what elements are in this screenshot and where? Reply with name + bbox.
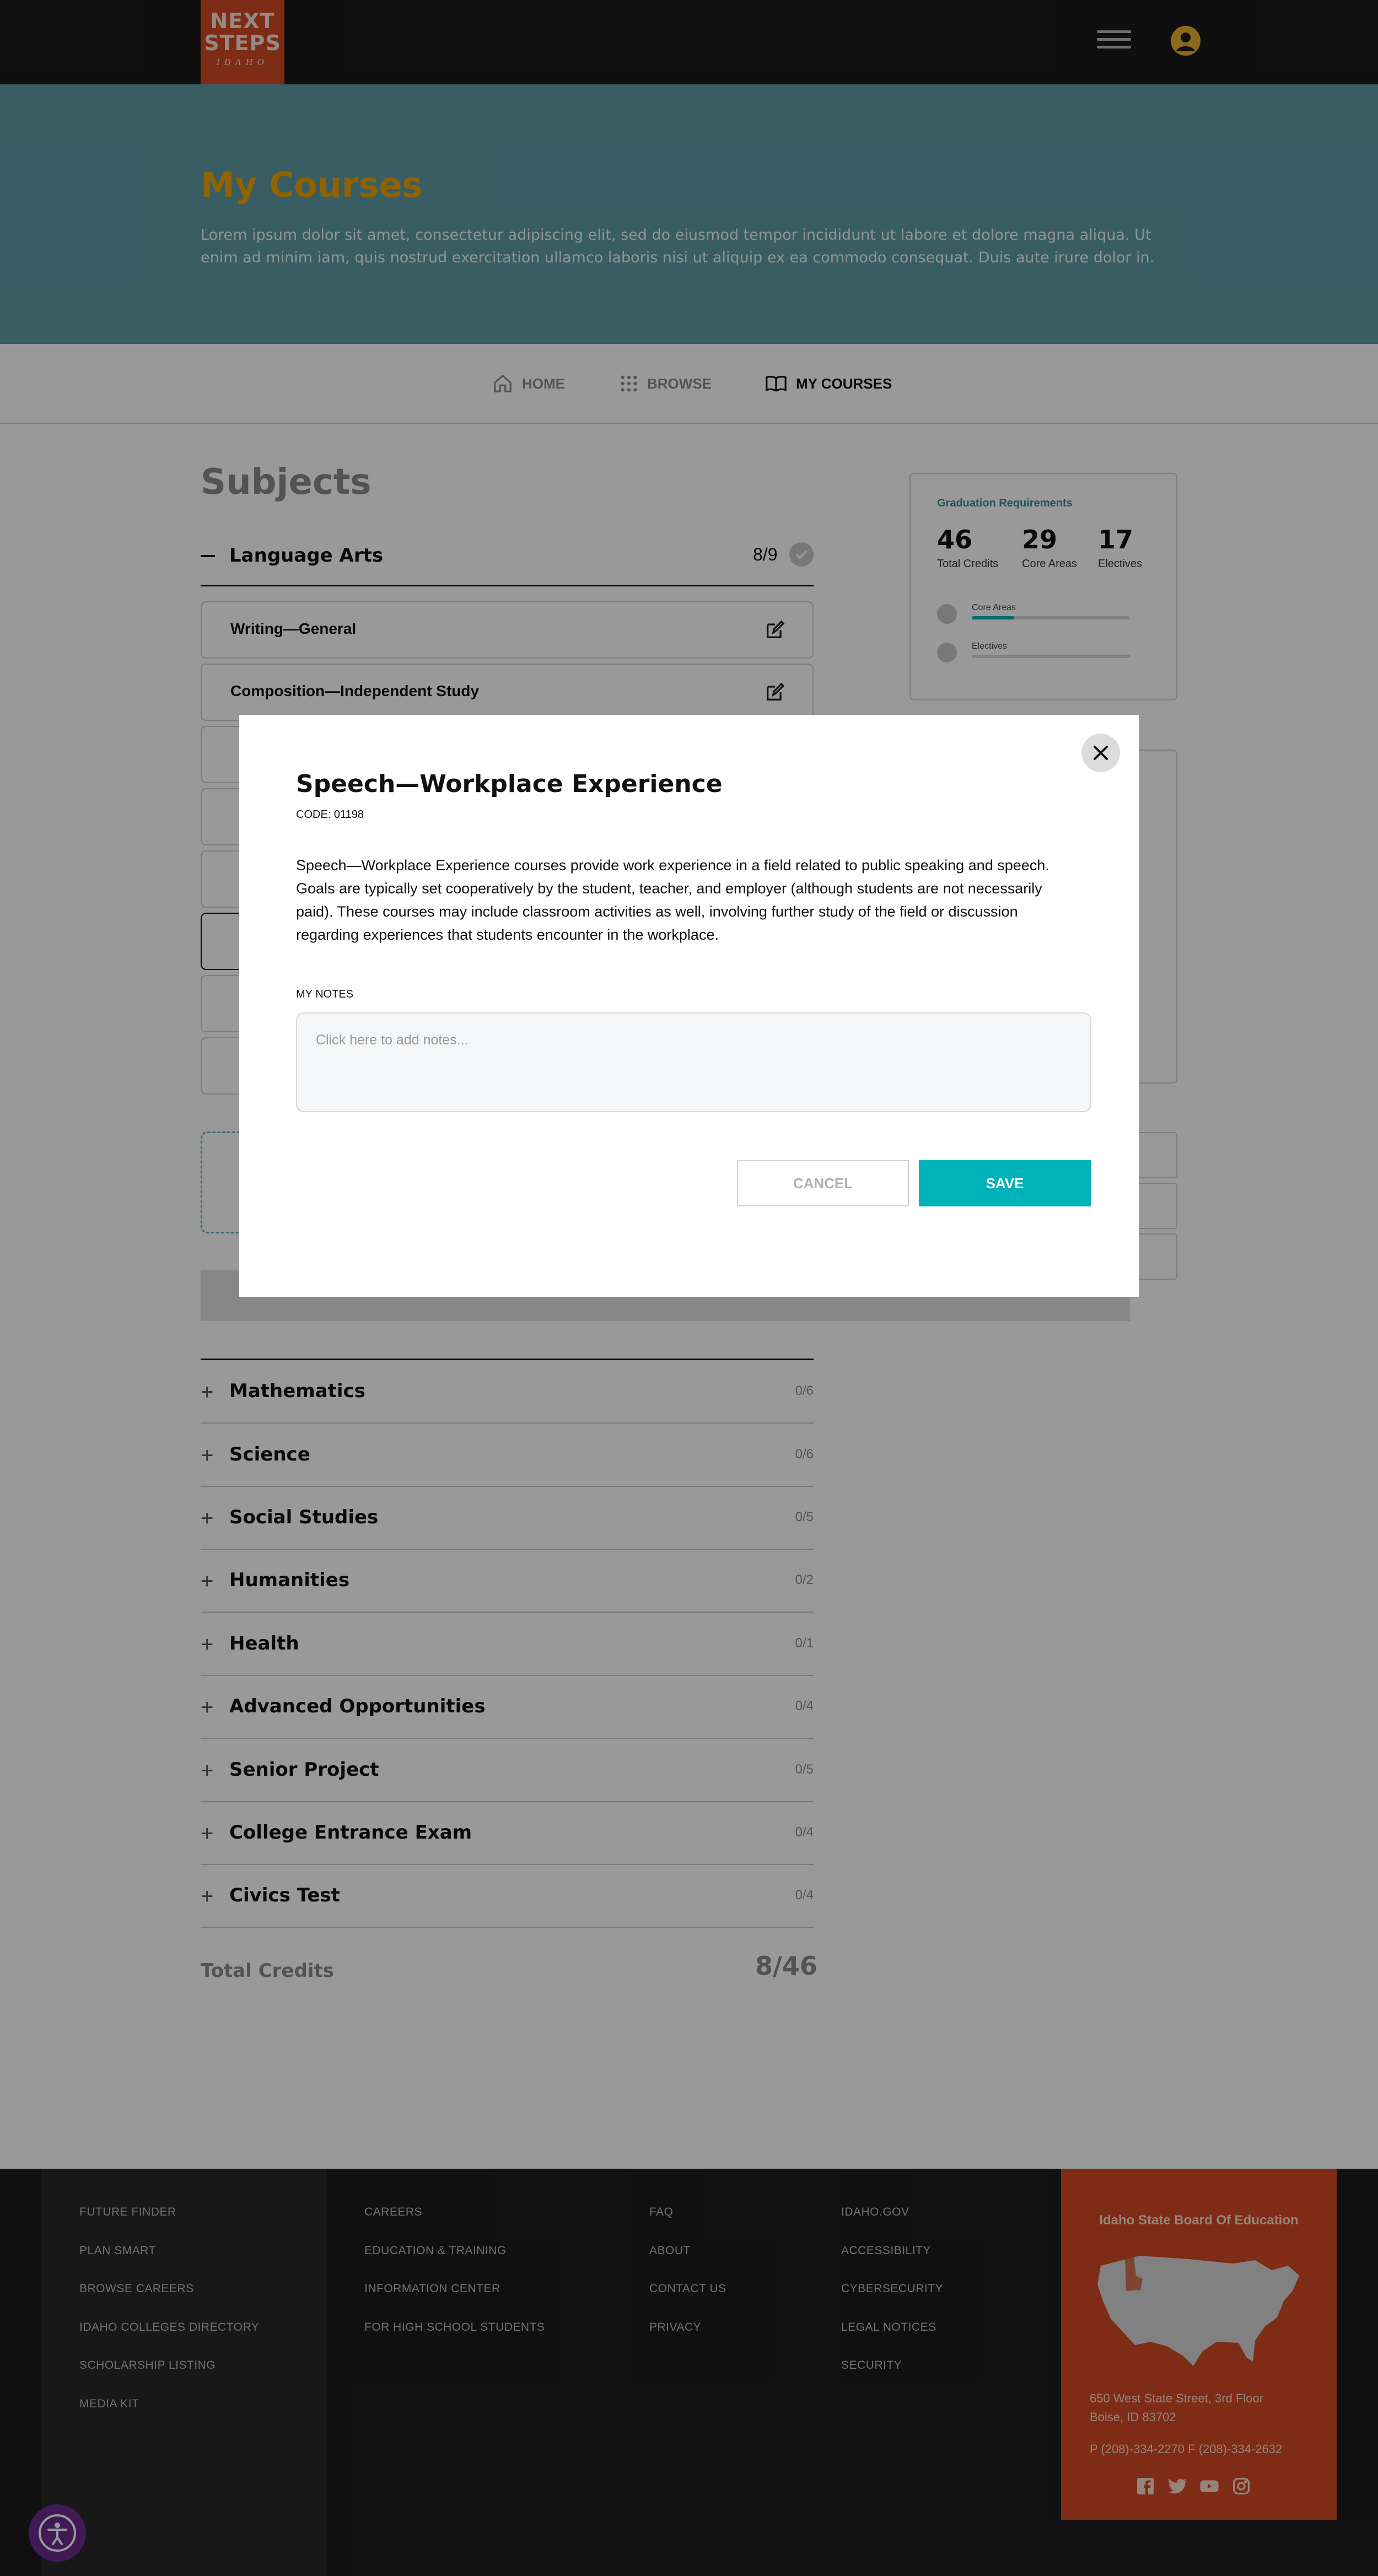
close-icon[interactable] (1081, 734, 1120, 772)
course-detail-modal: Speech—Workplace Experience CODE: 01198 … (239, 715, 1139, 1297)
course-code: CODE: 01198 (296, 809, 364, 821)
notes-textarea[interactable] (296, 1012, 1091, 1112)
course-description: Speech—Workplace Experience courses prov… (296, 857, 1049, 943)
save-button[interactable]: SAVE (919, 1160, 1091, 1206)
notes-label: MY NOTES (296, 988, 354, 1000)
modal-title: Speech—Workplace Experience (296, 770, 723, 798)
cancel-button[interactable]: CANCEL (737, 1160, 909, 1206)
